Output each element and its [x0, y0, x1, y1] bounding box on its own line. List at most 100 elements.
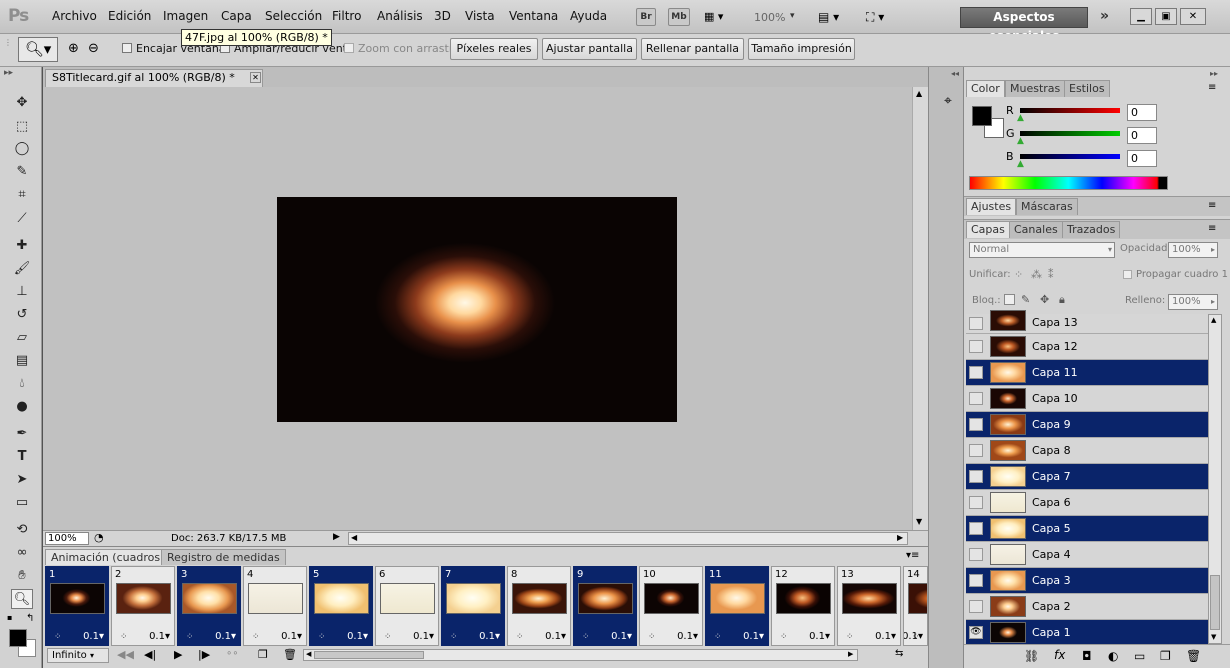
pen-tool-icon[interactable]: ✒: [11, 424, 33, 444]
menu-filtro[interactable]: Filtro: [332, 9, 361, 23]
layer-name[interactable]: Capa 4: [1032, 548, 1071, 561]
frames-scrollbar[interactable]: ◀ ▶: [303, 649, 858, 661]
color-foreground-swatch[interactable]: [972, 106, 992, 126]
layer-name[interactable]: Capa 5: [1032, 522, 1071, 535]
previous-frame-icon[interactable]: ◀|: [144, 648, 156, 661]
3d-rotate-tool-icon[interactable]: ⟲: [11, 520, 33, 540]
color-panel-menu-icon[interactable]: ≡: [1208, 82, 1216, 93]
fit-window-checkbox[interactable]: [122, 43, 132, 53]
frame-delay[interactable]: 0.1▾: [743, 631, 764, 642]
frame-delay[interactable]: 0.1▾: [904, 631, 923, 642]
zoom-dropdown-arrow-icon[interactable]: ▾: [790, 11, 795, 21]
hand-tool-icon[interactable]: ✋︎: [11, 566, 33, 586]
opacity-input[interactable]: 100% ▸: [1168, 242, 1218, 258]
layer-visibility-icon[interactable]: [969, 574, 983, 587]
crop-tool-icon[interactable]: ⌗: [11, 185, 33, 205]
layer-visibility-icon[interactable]: [969, 522, 983, 535]
frame-disposal-icon[interactable]: ⁘: [384, 632, 392, 642]
layer-row[interactable]: Capa 11: [966, 360, 1208, 386]
frame-delay[interactable]: 0.1▾: [809, 631, 830, 642]
frame-disposal-icon[interactable]: ⁘: [450, 632, 458, 642]
actual-pixels-button[interactable]: Píxeles reales: [450, 38, 538, 60]
link-layers-icon[interactable]: ⛓: [1024, 649, 1039, 663]
unify-position-icon[interactable]: ⁘: [1014, 268, 1023, 281]
layer-visibility-icon[interactable]: [969, 418, 983, 431]
layer-row[interactable]: Capa 6: [966, 490, 1208, 516]
animation-frame[interactable]: 4 ⁘ 0.1▾: [243, 566, 307, 646]
layers-scroll-thumb[interactable]: [1210, 575, 1220, 630]
fit-screen-button[interactable]: Ajustar pantalla: [542, 38, 637, 60]
frame-disposal-icon[interactable]: ⁘: [714, 632, 722, 642]
document-tab[interactable]: S8Titlecard.gif al 100% (RGB/8) * ✕: [45, 69, 263, 87]
path-selection-tool-icon[interactable]: ➤: [11, 470, 33, 490]
animation-frame[interactable]: 10 ⁘ 0.1▾: [639, 566, 703, 646]
dodge-tool-icon[interactable]: ●: [11, 397, 33, 417]
layer-row[interactable]: Capa 5: [966, 516, 1208, 542]
layer-name[interactable]: Capa 2: [1032, 600, 1071, 613]
layer-row[interactable]: Capa 12: [966, 334, 1208, 360]
healing-brush-tool-icon[interactable]: ✚: [11, 236, 33, 256]
tab-swatches[interactable]: Muestras: [1005, 80, 1066, 97]
brush-tool-icon[interactable]: 🖌︎: [11, 259, 33, 279]
color-spectrum-ramp[interactable]: [969, 176, 1168, 190]
tab-animation-frames[interactable]: Animación (cuadros): [45, 549, 171, 565]
layer-name[interactable]: Capa 6: [1032, 496, 1071, 509]
scroll-up-icon[interactable]: ▲: [916, 89, 922, 98]
gradient-tool-icon[interactable]: ▤: [11, 351, 33, 371]
print-size-button[interactable]: Tamaño impresión: [748, 38, 855, 60]
maximize-button[interactable]: ▣: [1155, 8, 1177, 25]
more-workspaces-icon[interactable]: »: [1100, 8, 1109, 24]
animation-frame[interactable]: 14 ⁘ 0.1▾: [903, 566, 928, 646]
menu-capa[interactable]: Capa: [221, 9, 252, 23]
zoom-in-icon[interactable]: ⊕: [68, 41, 79, 56]
view-extras-button[interactable]: ▦ ▾: [704, 8, 734, 26]
lasso-tool-icon[interactable]: ◯: [11, 139, 33, 159]
red-slider-handle-icon[interactable]: ▲: [1017, 113, 1024, 123]
layer-row[interactable]: 👁︎ Capa 1: [966, 620, 1208, 646]
layer-visibility-icon[interactable]: [969, 600, 983, 613]
lock-position-icon[interactable]: ✥: [1040, 293, 1049, 306]
frame-disposal-icon[interactable]: ⁘: [318, 632, 326, 642]
animation-panel-menu-icon[interactable]: ▾≡: [906, 550, 919, 561]
tab-styles[interactable]: Estilos: [1064, 80, 1110, 97]
layer-row[interactable]: Capa 3: [966, 568, 1208, 594]
layer-visibility-icon[interactable]: [969, 444, 983, 457]
marquee-tool-icon[interactable]: ⬚: [11, 117, 33, 137]
duplicate-frame-icon[interactable]: ❐: [258, 648, 268, 661]
screen-mode-button[interactable]: ⛶ ▾: [866, 8, 900, 26]
green-slider-handle-icon[interactable]: ▲: [1017, 136, 1024, 146]
red-value-input[interactable]: 0: [1127, 104, 1157, 121]
frame-delay[interactable]: 0.1▾: [545, 631, 566, 642]
type-tool-icon[interactable]: T: [11, 447, 33, 467]
animation-frame[interactable]: 11 ⁘ 0.1▾: [705, 566, 769, 646]
eyedropper-tool-icon[interactable]: ⟋: [11, 209, 33, 229]
frame-disposal-icon[interactable]: ⁘: [582, 632, 590, 642]
default-colors-icon[interactable]: ▪: [7, 613, 12, 622]
add-mask-icon[interactable]: ◘: [1082, 649, 1092, 663]
layer-visibility-icon[interactable]: [969, 317, 983, 330]
tab-layers[interactable]: Capas: [966, 221, 1010, 238]
frames-scroll-thumb[interactable]: [314, 651, 424, 659]
frame-delay[interactable]: 0.1▾: [281, 631, 302, 642]
eraser-tool-icon[interactable]: ▱: [11, 328, 33, 348]
frame-delay[interactable]: 0.1▾: [479, 631, 500, 642]
layer-visibility-icon[interactable]: 👁︎: [969, 626, 983, 639]
animation-frame[interactable]: 5 ⁘ 0.1▾: [309, 566, 373, 646]
scroll-right-icon[interactable]: ▶: [897, 533, 903, 542]
blue-slider[interactable]: [1020, 154, 1120, 159]
unify-visibility-icon[interactable]: ⁂: [1031, 268, 1042, 281]
delete-frame-icon[interactable]: 🗑︎: [283, 648, 297, 661]
menu-ayuda[interactable]: Ayuda: [570, 9, 607, 23]
animation-frame[interactable]: 6 ⁘ 0.1▾: [375, 566, 439, 646]
zoom-level-menu[interactable]: 100%: [754, 11, 785, 24]
tool-preset-picker[interactable]: 🔍︎▾: [18, 37, 58, 62]
scroll-down-icon[interactable]: ▼: [916, 517, 922, 526]
frame-delay[interactable]: 0.1▾: [215, 631, 236, 642]
workspace-switcher[interactable]: Aspectos esenciales: [960, 7, 1088, 43]
menu-vista[interactable]: Vista: [465, 9, 495, 23]
adjustments-menu-icon[interactable]: ≡: [1208, 200, 1216, 211]
layer-name[interactable]: Capa 13: [1032, 316, 1078, 329]
layer-name[interactable]: Capa 11: [1032, 366, 1078, 379]
adjustment-layer-icon[interactable]: ◐: [1108, 649, 1118, 663]
layer-row[interactable]: Capa 13: [966, 310, 1208, 334]
